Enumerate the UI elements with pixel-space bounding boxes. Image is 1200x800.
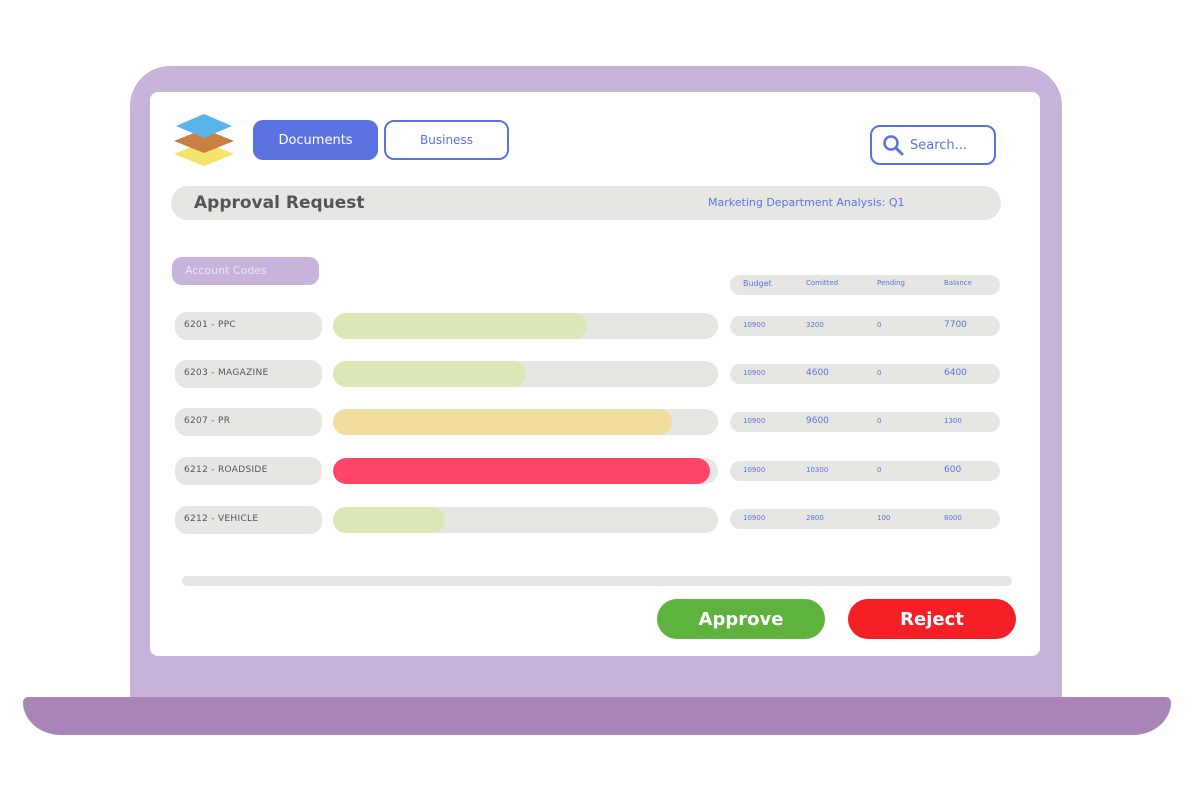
budget-value: 10900	[743, 369, 766, 377]
balance-value: 6400	[944, 368, 967, 378]
progress-fill	[333, 361, 526, 387]
balance-value: 7700	[944, 320, 967, 330]
column-balance: Balance	[944, 279, 972, 287]
table-row-label[interactable]: 6207 - PR	[175, 408, 322, 436]
horizontal-scrollbar[interactable]	[182, 576, 1012, 586]
progress-track	[333, 458, 718, 484]
budget-value: 10900	[743, 321, 766, 329]
pending-value: 0	[877, 417, 882, 425]
title-bar: Approval Request Marketing Department An…	[171, 186, 1001, 220]
column-pending: Pending	[877, 279, 905, 287]
table-row-values: 10900 4600 0 6400	[730, 364, 1000, 384]
progress-track	[333, 313, 718, 339]
comitted-value: 10300	[806, 466, 829, 474]
column-budget: Budget	[743, 279, 772, 288]
pending-value: 0	[877, 321, 882, 329]
search-icon	[883, 135, 904, 156]
comitted-value: 3200	[806, 321, 824, 329]
progress-fill	[333, 409, 672, 435]
pending-value: 0	[877, 466, 882, 474]
balance-value: 1300	[944, 417, 962, 425]
table-row-values: 10900 3200 0 7700	[730, 316, 1000, 336]
table-row-label[interactable]: 6201 - PPC	[175, 312, 322, 340]
progress-track	[333, 409, 718, 435]
balance-value: 8000	[944, 514, 962, 522]
account-code: 6212 - ROADSIDE	[184, 465, 268, 475]
pending-value: 100	[877, 514, 891, 522]
table-row-label[interactable]: 6212 - VEHICLE	[175, 506, 322, 534]
comitted-value: 9600	[806, 416, 829, 426]
progress-track	[333, 507, 718, 533]
account-code: 6203 - MAGAZINE	[184, 368, 269, 378]
table-row-label[interactable]: 6212 - ROADSIDE	[175, 457, 322, 485]
column-comitted: Comitted	[806, 279, 839, 287]
table-row-values: 10900 9600 0 1300	[730, 412, 1000, 432]
progress-fill	[333, 507, 445, 533]
page-subtitle: Marketing Department Analysis: Q1	[708, 196, 905, 209]
comitted-value: 2800	[806, 514, 824, 522]
progress-track	[333, 361, 718, 387]
progress-fill	[333, 458, 711, 484]
approve-button[interactable]: Approve	[657, 599, 825, 639]
budget-value: 10900	[743, 514, 766, 522]
table-row-values: 10900 2800 100 8000	[730, 509, 1000, 529]
app-screen: Documents Business Search... Approval Re…	[150, 92, 1040, 656]
budget-value: 10900	[743, 466, 766, 474]
tab-business[interactable]: Business	[384, 120, 509, 160]
account-codes-header: Account Codes	[172, 257, 319, 285]
search-input[interactable]: Search...	[870, 125, 996, 165]
laptop-base	[23, 697, 1171, 735]
account-code: 6212 - VEHICLE	[184, 514, 259, 524]
progress-fill	[333, 313, 588, 339]
tab-documents[interactable]: Documents	[253, 120, 378, 160]
reject-button[interactable]: Reject	[848, 599, 1016, 639]
balance-value: 600	[944, 465, 962, 475]
layers-logo-icon	[174, 114, 234, 166]
budget-value: 10900	[743, 417, 766, 425]
table-row-label[interactable]: 6203 - MAGAZINE	[175, 360, 322, 388]
account-codes-label: Account Codes	[185, 264, 267, 277]
account-code: 6207 - PR	[184, 416, 231, 426]
comitted-value: 4600	[806, 368, 829, 378]
account-code: 6201 - PPC	[184, 320, 237, 330]
pending-value: 0	[877, 369, 882, 377]
table-row-values: 10900 10300 0 600	[730, 461, 1000, 481]
page-title: Approval Request	[194, 193, 365, 213]
search-placeholder: Search...	[910, 137, 968, 153]
column-header: Budget Comitted Pending Balance	[730, 275, 1000, 295]
